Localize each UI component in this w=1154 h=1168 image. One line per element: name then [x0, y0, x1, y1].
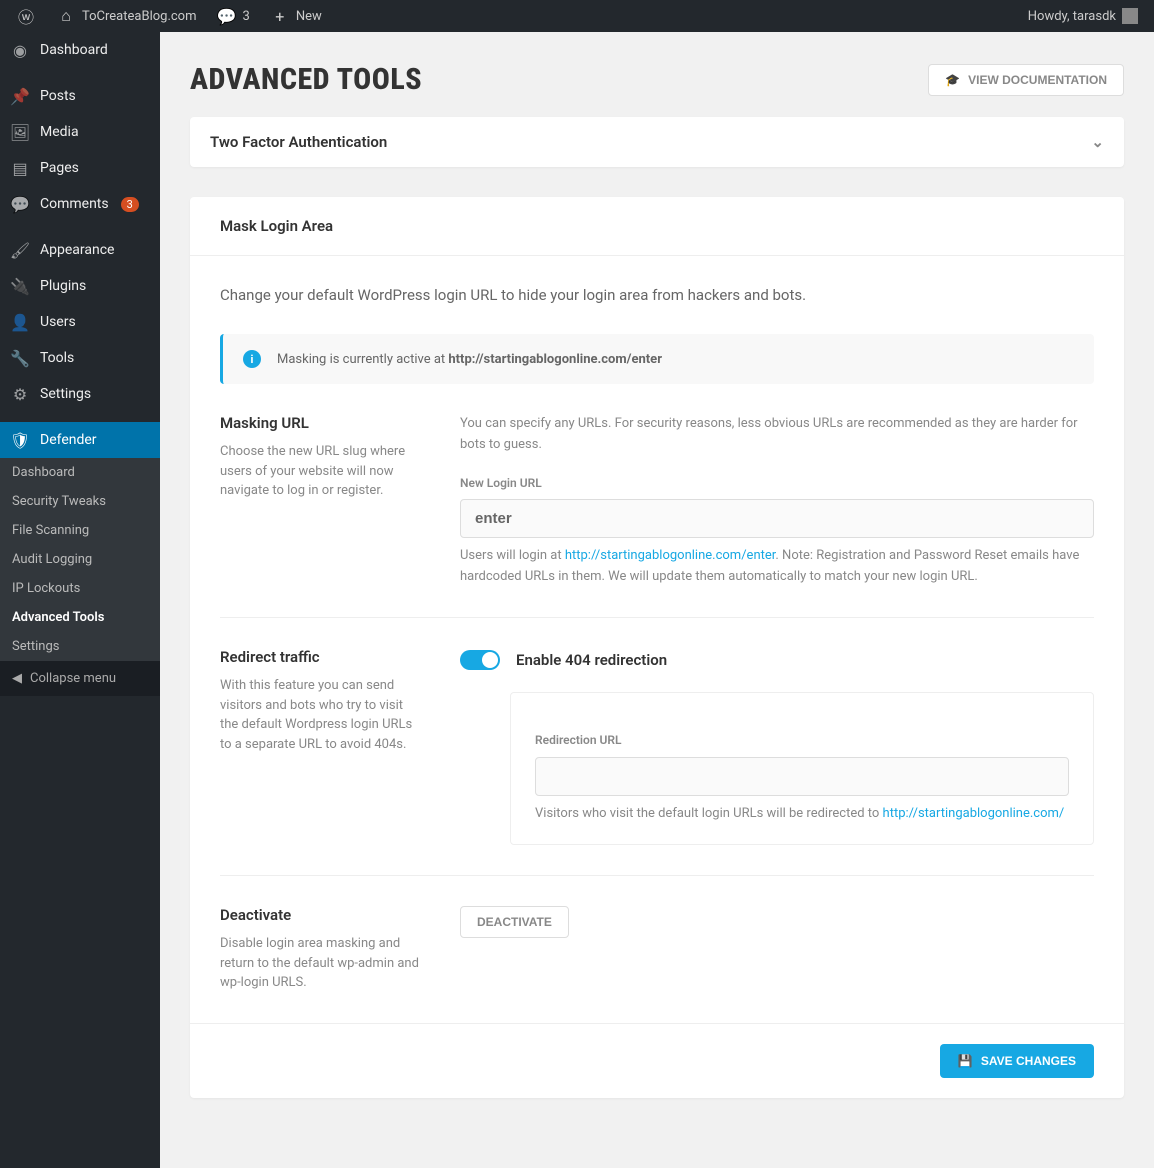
sidebar-item-label: Users: [40, 314, 76, 330]
sidebar-item-label: Dashboard: [40, 42, 108, 58]
sidebar-item-media[interactable]: 🖼 Media: [0, 114, 160, 150]
submenu-dashboard[interactable]: Dashboard: [0, 458, 160, 487]
sidebar-item-label: Appearance: [40, 242, 114, 258]
deactivate-title: Deactivate: [220, 906, 420, 924]
brush-icon: 🖌: [10, 240, 30, 260]
sidebar-item-defender[interactable]: 🛡 Defender: [0, 422, 160, 458]
collapse-icon: ◀: [12, 671, 22, 686]
site-link[interactable]: ⌂ ToCreateaBlog.com: [48, 0, 205, 32]
dashboard-icon: ◉: [10, 40, 30, 60]
defender-submenu: Dashboard Security Tweaks File Scanning …: [0, 458, 160, 661]
submenu-settings[interactable]: Settings: [0, 632, 160, 661]
sidebar-item-dashboard[interactable]: ◉ Dashboard: [0, 32, 160, 68]
sidebar-item-label: Defender: [40, 432, 97, 448]
user-icon: 👤: [10, 312, 30, 332]
masking-url-desc: Choose the new URL slug where users of y…: [220, 442, 420, 501]
save-label: SAVE CHANGES: [981, 1054, 1076, 1068]
wordpress-icon: ⓦ: [16, 6, 36, 26]
sidebar-item-settings[interactable]: ⚙ Settings: [0, 376, 160, 412]
submenu-security-tweaks[interactable]: Security Tweaks: [0, 487, 160, 516]
sidebar-item-plugins[interactable]: 🔌 Plugins: [0, 268, 160, 304]
new-login-url-help: Users will login at http://startingablog…: [460, 546, 1094, 588]
redirect-desc: With this feature you can send visitors …: [220, 676, 420, 754]
redirection-url-input[interactable]: [535, 757, 1069, 796]
redirection-url-link[interactable]: http://startingablogonline.com/: [883, 806, 1065, 821]
sidebar-item-label: Pages: [40, 160, 79, 176]
submenu-advanced-tools[interactable]: Advanced Tools: [0, 603, 160, 632]
plug-icon: 🔌: [10, 276, 30, 296]
save-icon: 💾: [958, 1054, 973, 1068]
sliders-icon: ⚙: [10, 384, 30, 404]
comment-count: 3: [243, 9, 250, 24]
pin-icon: 📌: [10, 86, 30, 106]
notice-text: Masking is currently active at http://st…: [277, 352, 662, 367]
save-changes-button[interactable]: 💾 SAVE CHANGES: [940, 1044, 1094, 1078]
book-icon: 🎓: [945, 73, 960, 87]
panel-2fa: Two Factor Authentication ⌄: [190, 117, 1124, 167]
panel-mask-login: Mask Login Area Change your default Word…: [190, 197, 1124, 1098]
sidebar-item-label: Comments: [40, 196, 109, 212]
new-content[interactable]: + New: [262, 0, 330, 32]
sidebar-item-posts[interactable]: 📌 Posts: [0, 78, 160, 114]
mask-header: Mask Login Area: [190, 197, 1124, 256]
doc-btn-label: VIEW DOCUMENTATION: [968, 73, 1107, 87]
main-content: ADVANCED TOOLS 🎓 VIEW DOCUMENTATION Two F…: [160, 32, 1154, 1168]
sidebar-item-appearance[interactable]: 🖌 Appearance: [0, 232, 160, 268]
enable-404-label: Enable 404 redirection: [516, 648, 667, 672]
redirect-subbox: Redirection URL Visitors who visit the d…: [510, 692, 1094, 845]
sidebar-item-label: Settings: [40, 386, 91, 402]
mask-intro: Change your default WordPress login URL …: [220, 286, 1094, 304]
view-documentation-button[interactable]: 🎓 VIEW DOCUMENTATION: [928, 64, 1124, 96]
comments-bubble[interactable]: 💬3: [209, 0, 258, 32]
sidebar-item-comments[interactable]: 💬 Comments 3: [0, 186, 160, 222]
submenu-file-scanning[interactable]: File Scanning: [0, 516, 160, 545]
site-name: ToCreateaBlog.com: [82, 9, 197, 24]
login-url-link[interactable]: http://startingablogonline.com/enter: [565, 548, 776, 563]
page-title: ADVANCED TOOLS: [190, 62, 422, 97]
sidebar-item-tools[interactable]: 🔧 Tools: [0, 340, 160, 376]
enable-404-toggle[interactable]: [460, 650, 500, 670]
sidebar-item-label: Media: [40, 124, 79, 140]
chevron-down-icon: ⌄: [1091, 133, 1104, 151]
account-menu[interactable]: Howdy, tarasdk: [1020, 0, 1146, 32]
comment-badge: 3: [121, 197, 139, 212]
panel-2fa-title: Two Factor Authentication: [210, 133, 387, 151]
panel-2fa-toggle[interactable]: Two Factor Authentication ⌄: [190, 117, 1124, 167]
new-login-url-label: New Login URL: [460, 474, 1094, 493]
masking-url-intro: You can specify any URLs. For security r…: [460, 414, 1094, 456]
admin-top-bar: ⓦ ⌂ToCreateaBlog.com 💬3 +New Howdy, tara…: [0, 0, 1154, 32]
shield-icon: 🛡: [10, 430, 30, 450]
sidebar-item-pages[interactable]: ▤ Pages: [0, 150, 160, 186]
wp-logo[interactable]: ⓦ: [8, 0, 44, 32]
sidebar-item-users[interactable]: 👤 Users: [0, 304, 160, 340]
mask-active-notice: i Masking is currently active at http://…: [220, 334, 1094, 384]
deactivate-desc: Disable login area masking and return to…: [220, 934, 420, 993]
page-icon: ▤: [10, 158, 30, 178]
collapse-label: Collapse menu: [30, 671, 116, 686]
sidebar-item-label: Tools: [40, 350, 74, 366]
redirect-title: Redirect traffic: [220, 648, 420, 666]
comment-icon: 💬: [217, 6, 237, 26]
masking-url-title: Masking URL: [220, 414, 420, 432]
deactivate-button[interactable]: DEACTIVATE: [460, 906, 569, 938]
redirection-url-label: Redirection URL: [535, 731, 1069, 750]
sidebar-item-label: Posts: [40, 88, 76, 104]
collapse-menu[interactable]: ◀ Collapse menu: [0, 661, 160, 696]
home-icon: ⌂: [56, 6, 76, 26]
sidebar-item-label: Plugins: [40, 278, 86, 294]
howdy-text: Howdy, tarasdk: [1028, 9, 1116, 24]
avatar: [1122, 8, 1138, 24]
new-login-url-input[interactable]: [460, 499, 1094, 538]
info-icon: i: [243, 350, 261, 368]
comment-icon: 💬: [10, 194, 30, 214]
media-icon: 🖼: [10, 122, 30, 142]
redirection-url-help: Visitors who visit the default login URL…: [535, 804, 1069, 825]
admin-sidebar: ◉ Dashboard 📌 Posts 🖼 Media ▤ Pages 💬 Comment…: [0, 32, 160, 1168]
plus-icon: +: [270, 6, 290, 26]
submenu-ip-lockouts[interactable]: IP Lockouts: [0, 574, 160, 603]
submenu-audit-logging[interactable]: Audit Logging: [0, 545, 160, 574]
new-label: New: [296, 9, 322, 24]
wrench-icon: 🔧: [10, 348, 30, 368]
